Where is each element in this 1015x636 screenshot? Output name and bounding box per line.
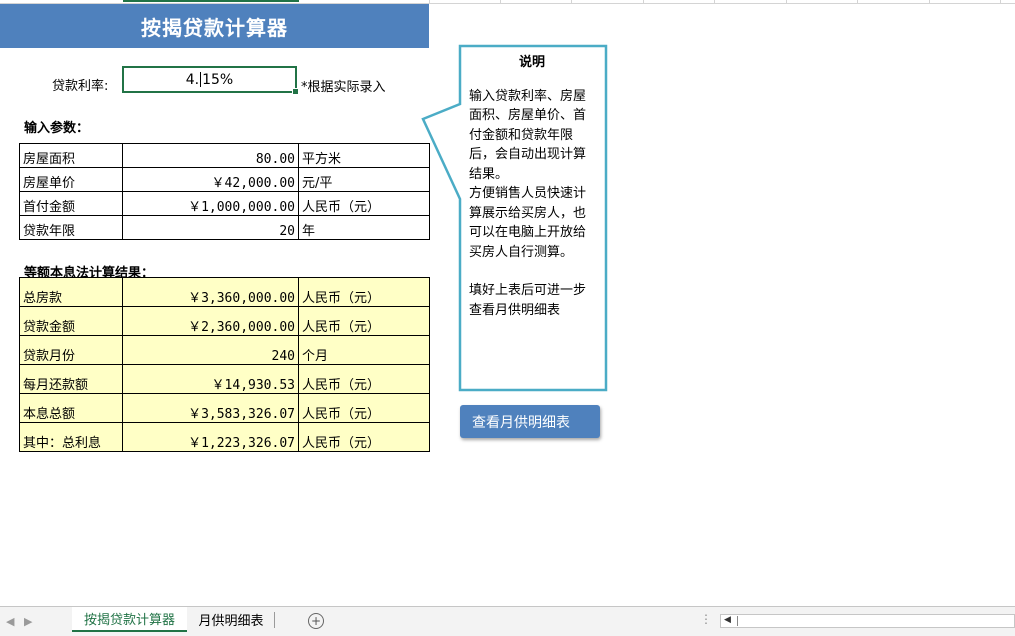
scroll-tabs-left-icon[interactable]: ◀ [6,615,14,628]
cell-unit[interactable]: 人民币（元） [298,422,430,452]
cell-label[interactable]: 贷款金额 [19,306,123,336]
input-params-table: 房屋面积 80.00 平方米 房屋单价 ￥42,000.00 元/平 首付金额 … [19,143,430,240]
callout-paragraph: 方便销售人员快速计算展示给买房人，也可以在电脑上开放给买房人自行测算。 [469,186,587,260]
input-params-heading: 输入参数： [24,121,90,136]
cell-unit[interactable]: 人民币（元） [298,364,430,394]
cell-unit[interactable]: 年 [298,215,430,240]
table-row: 贷款年限 20 年 [19,215,430,240]
sheet-tab-calculator[interactable]: 按揭贷款计算器 [72,607,187,632]
cell-unit[interactable]: 个月 [298,335,430,365]
cell-label[interactable]: 本息总额 [19,393,123,423]
cell-value[interactable]: ￥1,000,000.00 [122,191,299,216]
cell-value[interactable]: ￥3,360,000.00 [122,277,299,307]
cell-label[interactable]: 贷款年限 [19,215,123,240]
rate-label: 贷款利率: [52,79,109,94]
cell-value[interactable]: 80.00 [122,143,299,168]
callout-paragraph: 输入贷款利率、房屋面积、房屋单价、首付金额和贷款年限后，会自动出现计算结果。 [469,88,587,182]
cell-unit[interactable]: 人民币（元） [298,306,430,336]
cell-unit[interactable]: 人民币（元） [298,191,430,216]
rate-value-part2: 15% [202,71,234,88]
cell-label[interactable]: 其中：总利息 [19,422,123,452]
scrollbar-thumb[interactable] [737,616,738,626]
table-row: 贷款月份 240 个月 [19,335,430,365]
rate-input[interactable]: 4. 15% [122,66,299,95]
scroll-tabs-right-icon[interactable]: ▶ [24,615,32,628]
text-caret [200,72,202,87]
cell-value[interactable]: ￥14,930.53 [122,364,299,394]
cell-value[interactable]: ￥3,583,326.07 [122,393,299,423]
callout-title: 说明 [518,55,545,70]
horizontal-scrollbar[interactable]: ◀ [720,614,1015,628]
view-monthly-detail-button[interactable]: 查看月供明细表 [460,405,600,438]
scroll-left-icon[interactable]: ◀ [724,615,731,625]
cell-label[interactable]: 贷款月份 [19,335,123,365]
cell-value[interactable]: ￥42,000.00 [122,167,299,192]
fill-handle[interactable] [292,88,299,95]
selected-column-indicator [123,0,299,2]
table-row: 每月还款额 ￥14,930.53 人民币（元） [19,364,430,394]
more-icon[interactable]: ⋮ [700,612,712,626]
cell-unit[interactable]: 人民币（元） [298,393,430,423]
cell-unit[interactable]: 平方米 [298,143,430,168]
results-table: 总房款 ￥3,360,000.00 人民币（元） 贷款金额 ￥2,360,000… [19,277,430,452]
cell-value[interactable]: 240 [122,335,299,365]
callout-text: 说明 输入贷款利率、房屋面积、房屋单价、首付金额和贷款年限后，会自动出现计算结果… [469,53,595,320]
rate-value-part1: 4. [185,71,200,88]
cell-value[interactable]: ￥2,360,000.00 [122,306,299,336]
table-row: 贷款金额 ￥2,360,000.00 人民币（元） [19,306,430,336]
cell-value[interactable]: ￥1,223,326.07 [122,422,299,452]
cell-label[interactable]: 每月还款额 [19,364,123,394]
cell-unit[interactable]: 元/平 [298,167,430,192]
table-row: 房屋单价 ￥42,000.00 元/平 [19,167,430,192]
calculator-title: 按揭贷款计算器 [0,4,429,48]
sheet-tab-bar: ◀ ▶ 按揭贷款计算器 月供明细表 + ⋮ ◀ [0,606,1015,636]
add-sheet-icon[interactable]: + [308,613,324,629]
callout-footer: 填好上表后可进一步查看月供明细表 [469,283,587,318]
cell-label[interactable]: 房屋单价 [19,167,123,192]
cell-label[interactable]: 首付金额 [19,191,123,216]
table-row: 本息总额 ￥3,583,326.07 人民币（元） [19,393,430,423]
table-row: 总房款 ￥3,360,000.00 人民币（元） [19,277,430,307]
table-row: 首付金额 ￥1,000,000.00 人民币（元） [19,191,430,216]
cell-label[interactable]: 总房款 [19,277,123,307]
cell-label[interactable]: 房屋面积 [19,143,123,168]
cell-value[interactable]: 20 [122,215,299,240]
rate-note: *根据实际录入 [301,80,386,95]
sheet-tab-monthly-detail[interactable]: 月供明细表 [188,607,274,632]
table-row: 房屋面积 80.00 平方米 [19,143,430,168]
cell-unit[interactable]: 人民币（元） [298,277,430,307]
table-row: 其中：总利息 ￥1,223,326.07 人民币（元） [19,422,430,452]
